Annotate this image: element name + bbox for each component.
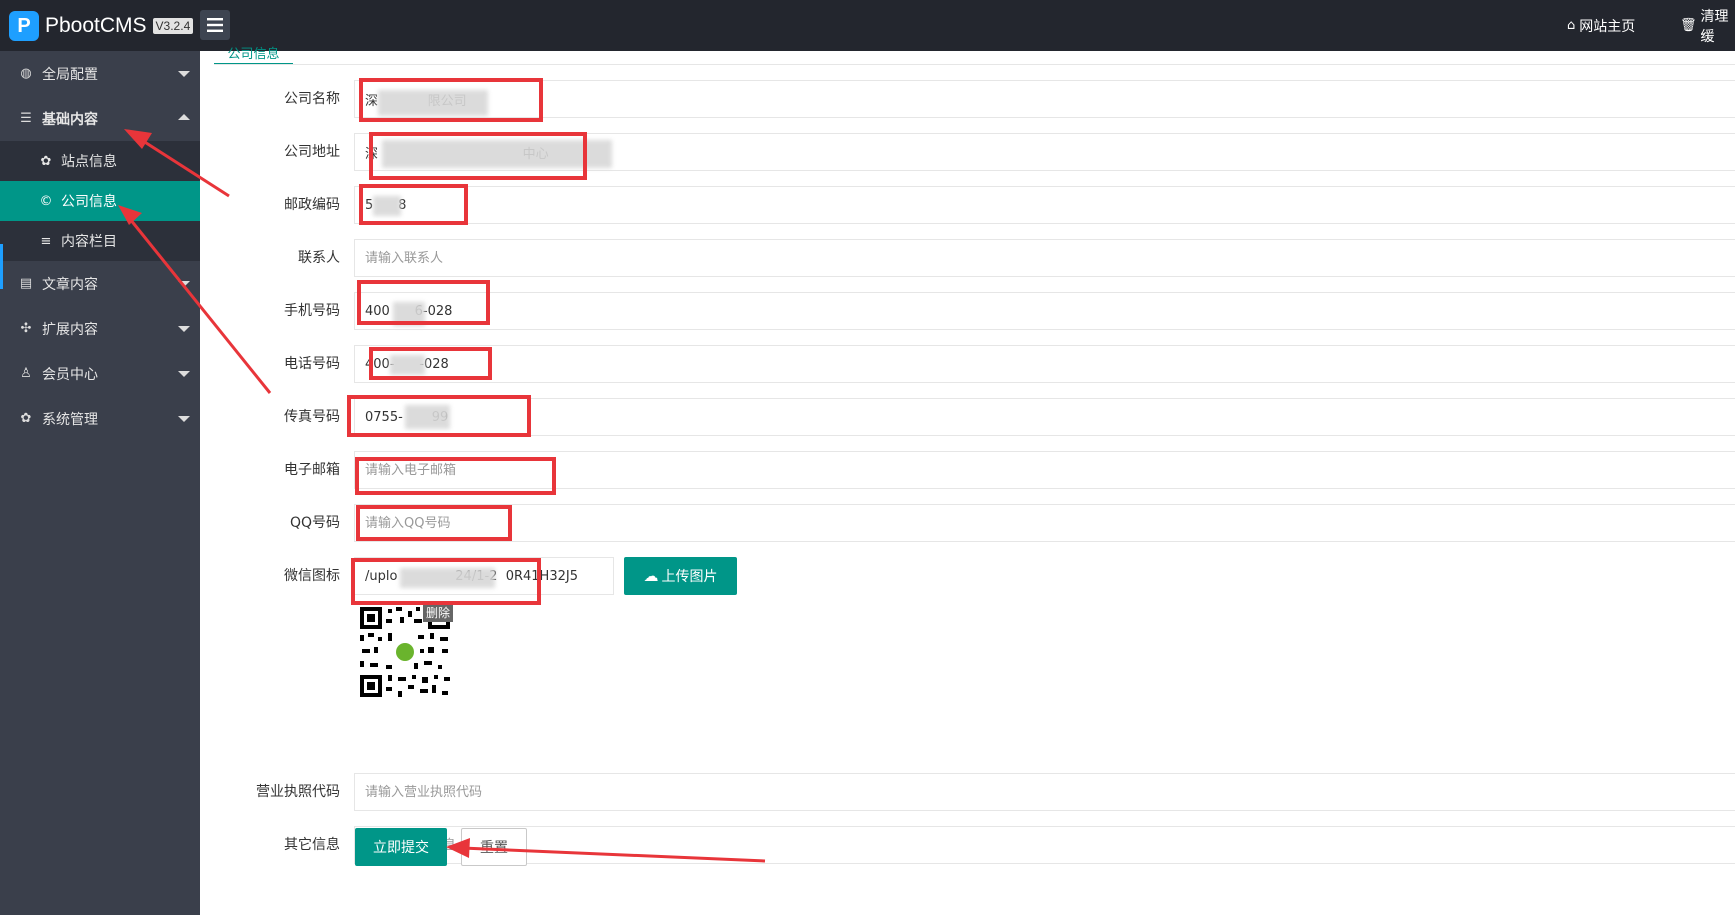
expand-icon: ✣ — [20, 321, 32, 336]
sidebar-item-label: 基础内容 — [42, 111, 98, 128]
version-badge: V3.2.4 — [152, 18, 194, 34]
clear-cache-label: 清理缓 — [1700, 8, 1729, 45]
sidebar-item-label: 扩展内容 — [42, 321, 98, 338]
qq-field[interactable] — [354, 504, 1735, 542]
other-info-label: 其它信息 — [284, 837, 340, 853]
sidebar-item-members[interactable]: ♙ 会员中心 — [0, 351, 200, 396]
hamburger-icon — [207, 18, 223, 32]
sliders-icon: ☰ — [20, 111, 32, 126]
sidebar-item-label: 系统管理 — [42, 411, 98, 428]
submenu-basic-content: ✿ 站点信息 © 公司信息 ≡ 内容栏目 — [0, 141, 200, 261]
app-name: PbootCMS — [45, 14, 147, 37]
form-row-mobile: 手机号码 — [200, 292, 1735, 330]
menu-toggle-button[interactable] — [200, 10, 230, 40]
file-icon: ▤ — [19, 276, 33, 291]
logo[interactable]: P PbootCMS V3.2.4 — [9, 10, 194, 42]
pbootcms-logo-icon: P — [9, 11, 39, 41]
phone-field[interactable] — [354, 345, 1735, 383]
email-field[interactable] — [354, 451, 1735, 489]
trash-icon: 🗑 — [1680, 18, 1697, 33]
redaction-blur — [382, 140, 612, 168]
wechat-icon-label: 微信图标 — [284, 568, 340, 584]
mobile-label: 手机号码 — [284, 303, 340, 319]
form-row-phone: 电话号码 — [200, 345, 1735, 383]
redaction-blur — [378, 90, 488, 116]
sidebar-subitem-label: 公司信息 — [61, 194, 117, 210]
sidebar-subitem-content-columns[interactable]: ≡ 内容栏目 — [0, 221, 200, 261]
caret-down-icon — [178, 326, 190, 332]
contact-field[interactable] — [354, 239, 1735, 277]
form-row-postcode: 邮政编码 — [200, 186, 1735, 224]
form-row-qq: QQ号码 — [200, 504, 1735, 542]
copyright-icon: © — [39, 193, 53, 209]
contact-label: 联系人 — [298, 250, 340, 266]
form-row-license: 营业执照代码 — [200, 773, 1735, 811]
sidebar-subitem-label: 内容栏目 — [61, 234, 117, 250]
license-field[interactable] — [354, 773, 1735, 811]
sidebar: ◍ 全局配置 ☰ 基础内容 ✿ 站点信息 © 公司信息 ≡ 内容栏目 ▤ 文章内… — [0, 51, 200, 915]
list-icon: ≡ — [40, 233, 52, 249]
redaction-blur — [373, 196, 401, 216]
postcode-field[interactable] — [354, 186, 1735, 224]
sidebar-subitem-company-info[interactable]: © 公司信息 — [0, 181, 200, 221]
delete-image-button[interactable]: 删除 — [423, 603, 454, 622]
phone-label: 电话号码 — [284, 356, 340, 372]
home-link[interactable]: ⌂ 网站主页 — [1567, 0, 1635, 51]
reset-button[interactable]: 重置 — [461, 828, 527, 866]
email-label: 电子邮箱 — [284, 462, 340, 478]
home-icon: ⌂ — [1567, 18, 1576, 33]
other-info-field[interactable] — [354, 826, 1735, 864]
caret-down-icon — [178, 416, 190, 422]
redaction-blur — [405, 405, 450, 429]
caret-down-icon — [178, 71, 190, 77]
main-content: 公司信息 公司名称 公司地址 邮政编码 联系人 手机号码 电话号码 传真号码 电… — [200, 47, 1735, 915]
sidebar-item-basic-content[interactable]: ☰ 基础内容 — [0, 96, 200, 141]
caret-down-icon — [178, 371, 190, 377]
mobile-field[interactable] — [354, 292, 1735, 330]
form-row-contact: 联系人 — [200, 239, 1735, 277]
sidebar-item-global-config[interactable]: ◍ 全局配置 — [0, 51, 200, 96]
qq-label: QQ号码 — [289, 515, 340, 531]
submit-button[interactable]: 立即提交 — [355, 828, 447, 866]
tab-divider — [214, 64, 1735, 65]
clear-cache-link[interactable]: 🗑 清理缓 — [1680, 0, 1735, 51]
caret-down-icon — [178, 281, 190, 287]
home-link-label: 网站主页 — [1579, 18, 1636, 35]
cloud-upload-icon: ☁ — [643, 567, 659, 585]
upload-image-button[interactable]: ☁ 上传图片 — [624, 557, 737, 595]
caret-up-icon — [178, 114, 190, 120]
gear-icon: ✿ — [40, 153, 52, 169]
globe-icon: ◍ — [20, 66, 32, 81]
tab-company-info[interactable]: 公司信息 — [214, 43, 293, 65]
redaction-blur — [390, 355, 425, 375]
user-icon: ♙ — [20, 366, 32, 381]
upload-button-label: 上传图片 — [661, 569, 718, 585]
sidebar-item-system[interactable]: ✿ 系统管理 — [0, 396, 200, 441]
sidebar-item-extensions[interactable]: ✣ 扩展内容 — [0, 306, 200, 351]
company-name-field[interactable] — [354, 80, 1735, 118]
sidebar-item-label: 会员中心 — [42, 366, 98, 383]
company-name-label: 公司名称 — [284, 91, 340, 107]
fax-field[interactable] — [354, 398, 1735, 436]
gear-icon: ✿ — [20, 411, 32, 426]
sidebar-subitem-label: 站点信息 — [61, 154, 117, 170]
redaction-blur — [400, 568, 495, 588]
license-label: 营业执照代码 — [256, 784, 340, 800]
company-address-label: 公司地址 — [284, 144, 340, 160]
sidebar-subitem-site-info[interactable]: ✿ 站点信息 — [0, 141, 200, 181]
sidebar-item-label: 文章内容 — [42, 276, 98, 293]
postcode-label: 邮政编码 — [284, 197, 340, 213]
sidebar-item-label: 全局配置 — [42, 66, 98, 83]
sidebar-item-articles[interactable]: ▤ 文章内容 — [0, 261, 200, 306]
redaction-blur — [393, 302, 425, 326]
fax-label: 传真号码 — [284, 409, 340, 425]
form-row-email: 电子邮箱 — [200, 451, 1735, 489]
